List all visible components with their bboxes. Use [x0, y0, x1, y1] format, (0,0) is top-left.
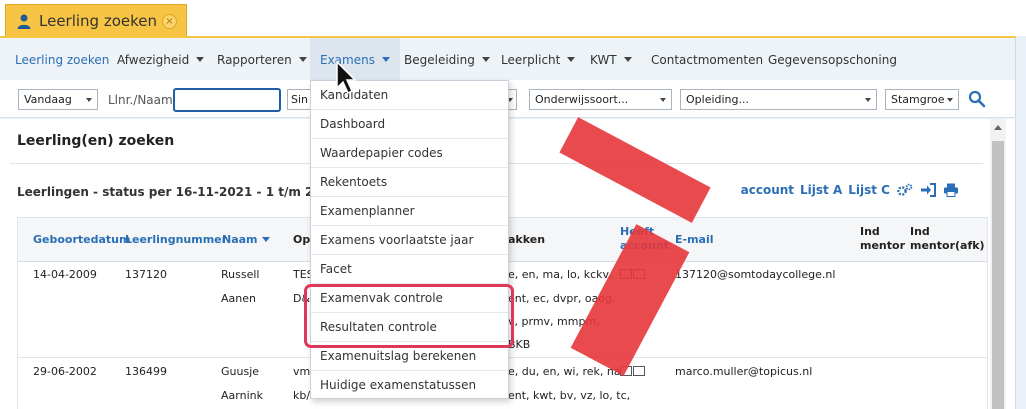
page-tab-label: Leerling zoeken [39, 12, 158, 30]
list-actions: account Lijst A Lijst C [735, 183, 959, 197]
top-bar: Leerling zoeken × [0, 0, 1026, 37]
row2-vakken-2: ent, kwt, bv, vz, lo, tc, [508, 389, 631, 402]
col-ind-mentor[interactable]: Ind mentor [860, 225, 905, 253]
user-card-icon [633, 366, 645, 376]
menu-item-examenplanner[interactable]: Examenplanner [311, 197, 508, 226]
page-title: Leerling(en) zoeken [17, 133, 175, 149]
col-vakken[interactable]: akken [508, 233, 545, 247]
examens-dropdown: Kandidaten Dashboard Waardepapier codes … [310, 80, 509, 399]
cogs-icon[interactable] [897, 183, 913, 197]
menu-item-waardepapier-codes[interactable]: Waardepapier codes [311, 139, 508, 168]
scroll-thumb[interactable] [992, 141, 1004, 409]
col-email[interactable]: E-mail [675, 233, 714, 247]
nav-rapporteren[interactable]: Rapporteren [217, 38, 307, 82]
row2-geboortedatum: 29-06-2002 [33, 365, 97, 378]
nav-leerling-zoeken[interactable]: Leerling zoeken [15, 38, 109, 82]
sign-in-icon[interactable] [920, 183, 936, 197]
chevron-down-icon [567, 57, 576, 62]
chevron-down-icon [481, 57, 490, 62]
row2-opleiding-2: kb/ [293, 389, 311, 402]
nav-kwt[interactable]: KWT [590, 38, 632, 82]
row1-email: 137120@somtodaycollege.nl [675, 268, 836, 281]
row1-naam-last[interactable]: Aanen [221, 292, 256, 305]
vertical-scrollbar[interactable] [990, 119, 1006, 409]
close-icon[interactable]: × [162, 14, 177, 29]
chevron-down-icon [86, 98, 92, 102]
row1-vakken-1: e, en, ma, lo, kckv, [508, 268, 613, 281]
nav-begeleiding[interactable]: Begeleiding [404, 38, 490, 82]
col-naam[interactable]: Naam [222, 233, 270, 247]
col-ind-mentor-afk[interactable]: Ind mentor(afk) [910, 225, 985, 253]
user-icon [17, 14, 31, 29]
chevron-down-icon [196, 57, 205, 62]
highlight-box [304, 284, 514, 348]
menu-item-dashboard[interactable]: Dashboard [311, 110, 508, 139]
period-select[interactable]: Vandaag [18, 89, 98, 110]
chevron-down-icon [865, 98, 871, 102]
opleiding-select[interactable]: Opleiding... [680, 89, 877, 110]
col-geboortedatum[interactable]: Geboortedatum [33, 233, 130, 247]
chevron-down-icon [298, 57, 307, 62]
col-leerlingnummer[interactable]: Leerlingnummer [125, 233, 227, 247]
row1-geboortedatum: 14-04-2009 [33, 268, 97, 281]
search-icon[interactable] [968, 90, 986, 108]
menu-item-rekentoets[interactable]: Rekentoets [311, 168, 508, 197]
nav-leerplicht[interactable]: Leerplicht [501, 38, 576, 82]
nav-afwezigheid[interactable]: Afwezigheid [117, 38, 205, 82]
stamgroep-select[interactable]: Stamgroe [885, 89, 959, 110]
row2-naam-last[interactable]: Aarnink [221, 389, 263, 402]
naam-label: Llnr./Naam [108, 93, 173, 107]
onderwijssoort-select[interactable]: Onderwijssoort... [529, 89, 672, 110]
account-link[interactable]: account [741, 183, 794, 197]
row2-naam-first[interactable]: Guusje [221, 365, 259, 378]
menu-item-facet[interactable]: Facet [311, 255, 508, 284]
page-tab-leerling-zoeken[interactable]: Leerling zoeken × [5, 4, 187, 37]
chevron-down-icon [660, 98, 666, 102]
lijst-c-link[interactable]: Lijst C [848, 183, 890, 197]
chevron-down-icon [623, 57, 632, 62]
col-opleiding[interactable]: Op [293, 233, 310, 247]
row1-naam-first[interactable]: Russell [221, 268, 259, 281]
sort-desc-icon [261, 237, 270, 242]
main-nav: Leerling zoeken Afwezigheid Rapporteren … [0, 36, 1016, 82]
row2-email: marco.muller@topicus.nl [675, 365, 813, 378]
row1-leerlingnummer: 137120 [125, 268, 167, 281]
print-icon[interactable] [943, 183, 959, 197]
nav-contactmomenten[interactable]: Contactmomenten [651, 38, 763, 82]
chevron-down-icon [381, 57, 390, 62]
lijst-a-link[interactable]: Lijst A [800, 183, 842, 197]
naam-input[interactable] [173, 88, 281, 112]
row2-leerlingnummer: 136499 [125, 365, 167, 378]
chevron-down-icon [947, 98, 953, 102]
menu-item-examens-voorlaatste-jaar[interactable]: Examens voorlaatste jaar [311, 226, 508, 255]
scroll-up-icon[interactable] [994, 125, 1002, 130]
nav-gegevensopschoning[interactable]: Gegevensopschoning [768, 38, 897, 82]
mouse-cursor-icon [336, 60, 357, 95]
menu-item-huidige-examenstatussen[interactable]: Huidige examenstatussen [311, 371, 508, 400]
